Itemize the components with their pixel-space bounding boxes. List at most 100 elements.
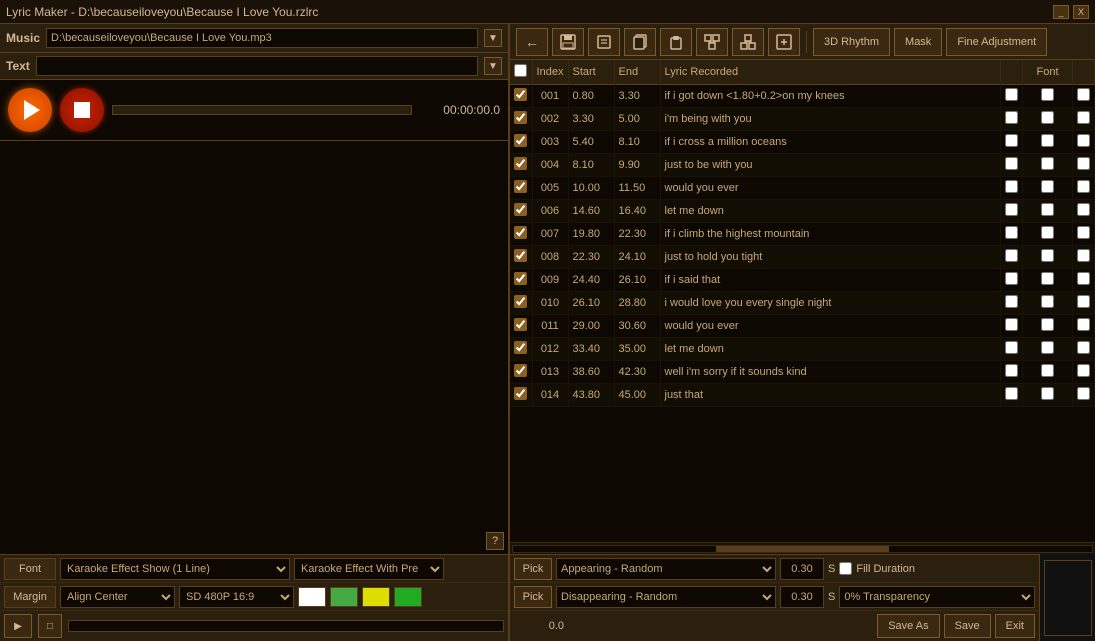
music-browse-button[interactable]: ▼ xyxy=(484,29,502,47)
row-font-checkbox1[interactable] xyxy=(1005,249,1018,262)
close-button[interactable]: X xyxy=(1073,5,1089,19)
row-checkbox[interactable] xyxy=(514,226,527,239)
row-font-checkbox2[interactable] xyxy=(1041,157,1054,170)
row-font-checkbox2[interactable] xyxy=(1041,180,1054,193)
row-checkbox[interactable] xyxy=(514,387,527,400)
color-darkgreen[interactable] xyxy=(394,587,422,607)
row-font-checkbox2[interactable] xyxy=(1041,318,1054,331)
font-effect2-select[interactable]: Karaoke Effect With Pre xyxy=(294,558,444,580)
music-path-input[interactable] xyxy=(46,28,478,48)
fine-adjustment-button[interactable]: Fine Adjustment xyxy=(946,28,1047,56)
copy-icon-button[interactable] xyxy=(624,28,656,56)
row-last-checkbox[interactable] xyxy=(1077,295,1090,308)
row-font-checkbox1[interactable] xyxy=(1005,272,1018,285)
font-effect-select[interactable]: Karaoke Effect Show (1 Line) xyxy=(60,558,290,580)
row-font-checkbox1[interactable] xyxy=(1005,111,1018,124)
hscroll-thumb[interactable] xyxy=(716,546,890,552)
save-button[interactable]: Save xyxy=(944,614,991,638)
row-last-checkbox[interactable] xyxy=(1077,180,1090,193)
edit-icon-button[interactable] xyxy=(588,28,620,56)
mask-button[interactable]: Mask xyxy=(894,28,942,56)
row-font-checkbox1[interactable] xyxy=(1005,341,1018,354)
color-green[interactable] xyxy=(330,587,358,607)
row-last-checkbox[interactable] xyxy=(1077,134,1090,147)
row-checkbox[interactable] xyxy=(514,272,527,285)
row-last-checkbox[interactable] xyxy=(1077,387,1090,400)
row-font-checkbox1[interactable] xyxy=(1005,157,1018,170)
row-checkbox[interactable] xyxy=(514,318,527,331)
dur2-input[interactable] xyxy=(780,586,824,608)
row-checkbox[interactable] xyxy=(514,295,527,308)
row-last-checkbox[interactable] xyxy=(1077,364,1090,377)
save-icon-button[interactable] xyxy=(552,28,584,56)
text-browse-button[interactable]: ▼ xyxy=(484,57,502,75)
fill-duration-checkbox[interactable] xyxy=(839,562,852,575)
row-last-checkbox[interactable] xyxy=(1077,341,1090,354)
color-yellow[interactable] xyxy=(362,587,390,607)
row-checkbox[interactable] xyxy=(514,157,527,170)
row-last-checkbox[interactable] xyxy=(1077,318,1090,331)
3d-rhythm-button[interactable]: 3D Rhythm xyxy=(813,28,890,56)
row-font-checkbox2[interactable] xyxy=(1041,364,1054,377)
row-font-checkbox1[interactable] xyxy=(1005,180,1018,193)
row-font-checkbox1[interactable] xyxy=(1005,88,1018,101)
row-checkbox[interactable] xyxy=(514,364,527,377)
row-font-checkbox2[interactable] xyxy=(1041,295,1054,308)
row-font-checkbox1[interactable] xyxy=(1005,387,1018,400)
appearing-effect-select[interactable]: Appearing - Random xyxy=(556,558,776,580)
stop-button[interactable] xyxy=(60,88,104,132)
row-font-checkbox1[interactable] xyxy=(1005,295,1018,308)
lyric-table-container[interactable]: Index Start End Lyric Recorded Font 001 … xyxy=(510,60,1095,542)
row-font-checkbox1[interactable] xyxy=(1005,364,1018,377)
back-arrow-button[interactable]: ← xyxy=(516,28,548,56)
merge-icon-button[interactable] xyxy=(696,28,728,56)
pick2-button[interactable]: Pick xyxy=(514,586,552,608)
row-checkbox[interactable] xyxy=(514,134,527,147)
minimize-button[interactable]: _ xyxy=(1053,5,1069,19)
align-select[interactable]: Align Center xyxy=(60,586,175,608)
disappearing-effect-select[interactable]: Disappearing - Random xyxy=(556,586,776,608)
play-button[interactable] xyxy=(8,88,52,132)
exit-button[interactable]: Exit xyxy=(995,614,1035,638)
transport-play-small[interactable]: ▶ xyxy=(4,614,32,638)
row-font-checkbox1[interactable] xyxy=(1005,226,1018,239)
dur1-input[interactable] xyxy=(780,558,824,580)
row-font-checkbox2[interactable] xyxy=(1041,134,1054,147)
row-last-checkbox[interactable] xyxy=(1077,157,1090,170)
row-checkbox[interactable] xyxy=(514,203,527,216)
row-font-checkbox1[interactable] xyxy=(1005,203,1018,216)
color-white[interactable] xyxy=(298,587,326,607)
row-last-checkbox[interactable] xyxy=(1077,111,1090,124)
row-font-checkbox2[interactable] xyxy=(1041,272,1054,285)
row-font-checkbox2[interactable] xyxy=(1041,111,1054,124)
row-last-checkbox[interactable] xyxy=(1077,249,1090,262)
row-checkbox[interactable] xyxy=(514,341,527,354)
help-button[interactable]: ? xyxy=(486,532,504,550)
bottom-progress-bar[interactable] xyxy=(68,620,504,632)
transport-stop-small[interactable]: □ xyxy=(38,614,62,638)
split-icon-button[interactable] xyxy=(732,28,764,56)
progress-bar[interactable] xyxy=(112,105,412,115)
text-input[interactable] xyxy=(36,56,478,76)
select-all-checkbox[interactable] xyxy=(514,64,527,77)
horizontal-scrollbar[interactable] xyxy=(510,542,1095,554)
save-as-button[interactable]: Save As xyxy=(877,614,939,638)
row-font-checkbox1[interactable] xyxy=(1005,134,1018,147)
row-font-checkbox2[interactable] xyxy=(1041,341,1054,354)
transparency-select[interactable]: 0% Transparency xyxy=(839,586,1035,608)
row-checkbox[interactable] xyxy=(514,249,527,262)
resolution-select[interactable]: SD 480P 16:9 xyxy=(179,586,294,608)
row-checkbox[interactable] xyxy=(514,88,527,101)
row-font-checkbox2[interactable] xyxy=(1041,387,1054,400)
row-font-checkbox1[interactable] xyxy=(1005,318,1018,331)
row-font-checkbox2[interactable] xyxy=(1041,88,1054,101)
row-last-checkbox[interactable] xyxy=(1077,203,1090,216)
row-checkbox[interactable] xyxy=(514,111,527,124)
row-last-checkbox[interactable] xyxy=(1077,226,1090,239)
row-checkbox[interactable] xyxy=(514,180,527,193)
row-font-checkbox2[interactable] xyxy=(1041,203,1054,216)
extra-icon-button[interactable] xyxy=(768,28,800,56)
row-last-checkbox[interactable] xyxy=(1077,272,1090,285)
pick1-button[interactable]: Pick xyxy=(514,558,552,580)
row-last-checkbox[interactable] xyxy=(1077,88,1090,101)
